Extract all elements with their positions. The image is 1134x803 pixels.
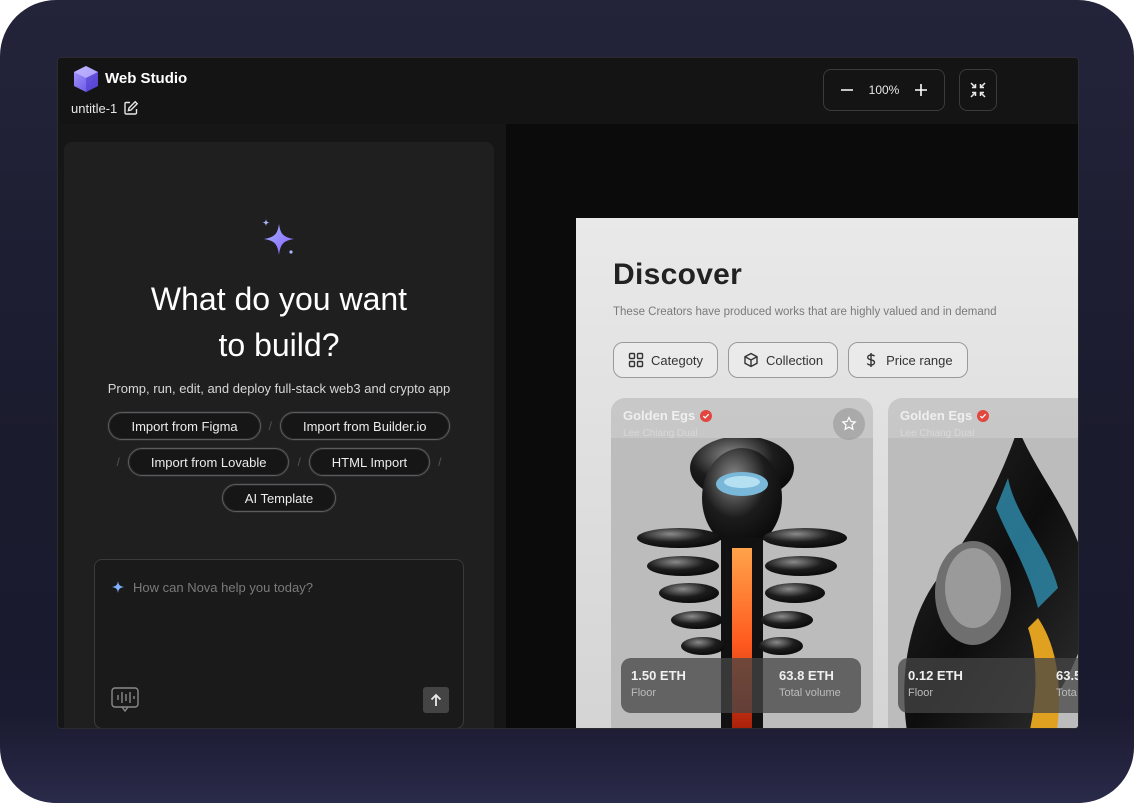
nft-card[interactable]: Golden Egs Lee Chiang Dual	[611, 398, 873, 728]
filter-category-label: Categoty	[651, 352, 704, 368]
preview-page: Discover These Creators have produced wo…	[576, 218, 1079, 728]
preview-canvas: Discover These Creators have produced wo…	[506, 124, 1079, 728]
zoom-out-button[interactable]	[838, 81, 856, 99]
app-window: Web Studio untitle-1 100% What do you wa…	[57, 57, 1079, 729]
edit-icon[interactable]	[123, 100, 139, 116]
nft-creator: Lee Chiang Dual	[623, 428, 698, 439]
separator: /	[438, 455, 442, 469]
page-subtitle: Promp, run, edit, and deploy full-stack …	[107, 381, 451, 396]
star-icon	[841, 416, 857, 431]
plus-icon	[914, 84, 927, 96]
logo-cube-icon	[74, 66, 98, 92]
nft-stats: 0.12 ETH Floor 63.5 Tota	[898, 658, 1079, 713]
html-import-button[interactable]: HTML Import	[308, 448, 431, 476]
zoom-control: 100%	[823, 69, 945, 111]
nft-name-label: Golden Egs	[900, 408, 973, 423]
arrow-up-icon	[430, 693, 442, 706]
floor-value: 1.50 ETH	[631, 668, 686, 683]
top-bar: Web Studio untitle-1 100%	[58, 58, 1078, 124]
floor-stat: 1.50 ETH Floor	[631, 668, 686, 699]
page-title: What do you want to build?	[64, 276, 494, 368]
zoom-in-button[interactable]	[912, 81, 930, 99]
grid-icon	[628, 352, 644, 368]
floor-stat: 0.12 ETH Floor	[908, 668, 963, 699]
floor-value: 0.12 ETH	[908, 668, 963, 683]
box-icon	[744, 352, 758, 368]
voice-input-icon[interactable]	[111, 687, 139, 713]
sparkle-small-icon	[112, 581, 124, 593]
device-frame: Web Studio untitle-1 100% What do you wa…	[0, 0, 1134, 803]
dollar-icon	[866, 353, 876, 367]
page-title-line-1: What do you want	[150, 281, 408, 317]
separator: /	[297, 455, 301, 469]
import-builder-button[interactable]: Import from Builder.io	[279, 412, 450, 440]
floor-label: Floor	[908, 687, 934, 699]
import-row-3: AI Template	[84, 484, 474, 512]
nft-name: Golden Egs	[623, 408, 713, 423]
filter-price-button[interactable]: Price range	[848, 342, 968, 378]
import-figma-button[interactable]: Import from Figma	[108, 412, 261, 440]
filter-bar: Categoty Collection Price range	[613, 342, 968, 378]
volume-label: Tota	[1056, 687, 1077, 699]
nft-creator: Lee Chiang Dual	[900, 428, 975, 439]
volume-value: 63.8 ETH	[779, 668, 834, 683]
import-lovable-button[interactable]: Import from Lovable	[127, 448, 290, 476]
document-name: untitle-1	[71, 100, 139, 116]
app-title: Web Studio	[105, 70, 188, 87]
floor-label: Floor	[631, 687, 657, 699]
filter-collection-label: Collection	[766, 352, 824, 368]
filter-price-label: Price range	[886, 352, 953, 368]
filter-category-button[interactable]: Categoty	[613, 342, 719, 378]
zoom-value: 100%	[868, 83, 900, 97]
verified-icon	[977, 409, 990, 422]
favorite-button[interactable]	[833, 408, 865, 440]
send-button[interactable]	[423, 687, 449, 713]
preview-subtitle: These Creators have produced works that …	[613, 306, 997, 318]
volume-value: 63.5	[1056, 668, 1079, 683]
separator: /	[268, 419, 272, 433]
prompt-box	[94, 559, 464, 728]
sparkle-icon	[262, 219, 294, 255]
verified-icon	[700, 409, 713, 422]
ai-template-button[interactable]: AI Template	[221, 484, 337, 512]
page-title-line-2: to build?	[218, 327, 340, 363]
volume-label: Total volume	[779, 687, 841, 699]
nft-card[interactable]: Golden Egs Lee Chiang Dual	[888, 398, 1079, 728]
nft-name-label: Golden Egs	[623, 408, 696, 423]
import-row-1: Import from Figma / Import from Builder.…	[84, 412, 474, 440]
nft-stats: 1.50 ETH Floor 63.8 ETH Total volume	[621, 658, 861, 713]
document-name-label: untitle-1	[71, 100, 118, 116]
nft-name: Golden Egs	[900, 408, 990, 423]
filter-collection-button[interactable]: Collection	[728, 342, 839, 378]
volume-stat: 63.5 Tota	[1056, 668, 1079, 699]
builder-panel: What do you want to build? Promp, run, e…	[64, 142, 494, 728]
import-options: Import from Figma / Import from Builder.…	[84, 412, 474, 520]
preview-title: Discover	[613, 258, 743, 291]
volume-stat: 63.8 ETH Total volume	[779, 668, 841, 699]
separator: /	[116, 455, 120, 469]
collapse-button[interactable]	[959, 69, 997, 111]
collapse-icon	[970, 82, 986, 98]
import-row-2: / Import from Lovable / HTML Import /	[84, 448, 474, 476]
prompt-input[interactable]	[133, 577, 443, 597]
minus-icon	[841, 89, 853, 91]
